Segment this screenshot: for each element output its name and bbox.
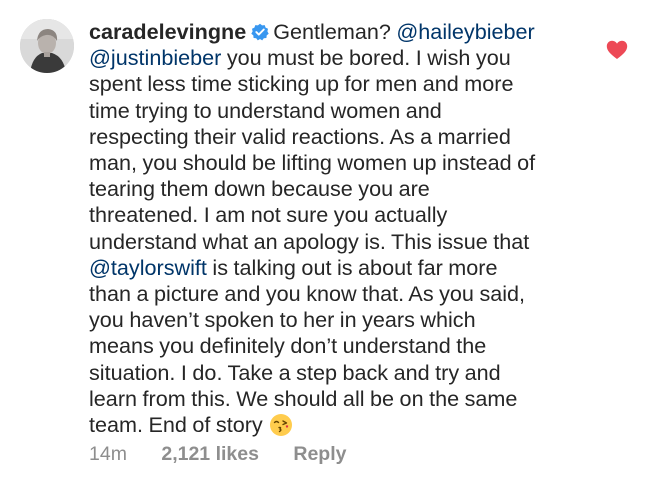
comment-text-segment: team. End of story [89, 412, 263, 438]
comment-line: learn from this. We should all be on the… [89, 385, 518, 411]
face-throwing-kiss-icon [269, 413, 293, 437]
comment-line: @taylorswift is talking out is about far… [89, 255, 579, 281]
comment-line: than a picture and you know that. As you… [89, 281, 526, 307]
comment-line: understand what an apology is. This issu… [89, 228, 530, 254]
comment-meta: 14m 2,121 likes Reply [89, 443, 346, 466]
timestamp: 14m [89, 443, 127, 465]
comment-line: time trying to understand women and [89, 97, 442, 123]
comment-line: @justinbieber you must be bored. I wish … [89, 45, 579, 71]
reply-button[interactable]: Reply [293, 443, 346, 466]
comment-line: you haven’t spoken to her in years which [89, 307, 476, 333]
comment-text-segment: Gentleman? [273, 19, 397, 44]
comment-line: respecting their valid reactions. As a m… [89, 123, 511, 149]
username[interactable]: caradelevingne [89, 19, 246, 44]
mention-link[interactable]: @taylorswift [89, 255, 207, 280]
mention-link[interactable]: @haileybieber [396, 19, 534, 44]
comment-line: threatened. I am not sure you actually [89, 202, 448, 228]
like-heart-icon[interactable] [606, 40, 628, 60]
comment-text-segment: is talking out is about far more [206, 254, 498, 280]
comment-line: tearing them down because you are [89, 176, 430, 202]
comment-line: caradelevingne Gentleman? @haileybieber [89, 19, 579, 45]
likes-count[interactable]: 2,121 likes [161, 443, 259, 466]
comment-line: situation. I do. Take a step back and tr… [89, 359, 501, 385]
comment-line: team. End of story [89, 412, 579, 438]
avatar[interactable] [20, 19, 74, 73]
comment-line: man, you should be lifting women up inst… [89, 150, 536, 176]
mention-link[interactable]: @justinbieber [89, 45, 221, 70]
comment-line: means you definitely don’t understand th… [89, 333, 487, 359]
verified-badge-icon [251, 21, 269, 41]
avatar-photo [20, 19, 74, 73]
comment-line: spent less time sticking up for men and … [89, 71, 514, 97]
comment-text-segment: you must be bored. I wish you [221, 45, 511, 71]
comment-text: caradelevingne Gentleman? @haileybieber @… [89, 19, 579, 438]
